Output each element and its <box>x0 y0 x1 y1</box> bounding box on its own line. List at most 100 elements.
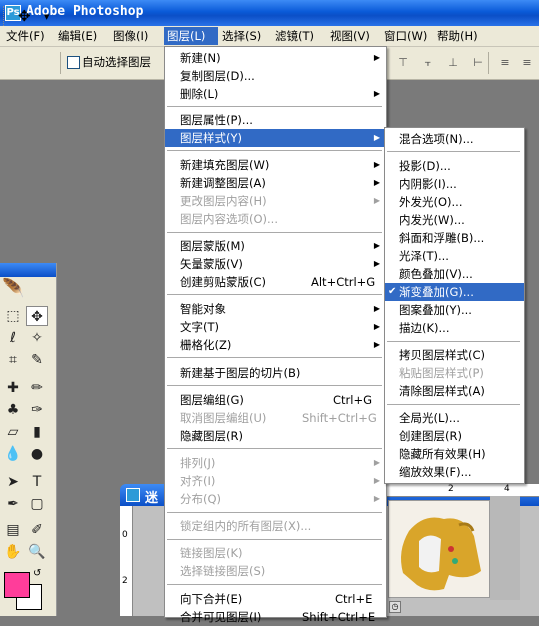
menu-item-hide-all-effects[interactable]: 隐藏所有效果(H) <box>385 445 524 463</box>
menu-item-copy-layer-style[interactable]: 拷贝图层样式(C) <box>385 346 524 364</box>
hand-tool-icon[interactable]: ✋ <box>2 542 24 562</box>
menu-item-ungroup-layers[interactable]: 取消图层编组(U) Shift+Ctrl+G <box>165 409 386 427</box>
menu-item-vector-mask[interactable]: 矢量蒙版(V) ▶ <box>165 255 386 273</box>
foreground-color-swatch[interactable] <box>4 572 30 598</box>
menu-item-clear-layer-style[interactable]: 清除图层样式(A) <box>385 382 524 400</box>
notes-tool-icon[interactable]: ▤ <box>2 520 24 540</box>
document-icon <box>126 488 140 502</box>
swap-colors-icon[interactable]: ↺ <box>33 568 41 579</box>
slice-tool-icon[interactable]: ✎ <box>26 350 48 370</box>
tool-preset-chevron-icon[interactable]: ▼ <box>44 13 49 21</box>
menu-file[interactable]: 文件(F) <box>3 27 48 45</box>
menu-item-distribute[interactable]: 分布(Q) ▶ <box>165 490 386 508</box>
menu-item-duplicate-layer[interactable]: 复制图层(D)... <box>165 67 386 85</box>
menu-separator <box>387 151 520 152</box>
menu-separator <box>167 448 382 449</box>
menu-item-merge-down[interactable]: 向下合并(E) Ctrl+E <box>165 590 386 608</box>
distribute-vcenter-icon[interactable]: ≡ <box>520 56 534 70</box>
dodge-tool-icon[interactable]: ● <box>26 444 48 464</box>
menu-filter[interactable]: 滤镜(T) <box>272 27 317 45</box>
blur-tool-icon[interactable]: 💧 <box>2 444 24 464</box>
menu-item-outer-glow[interactable]: 外发光(O)... <box>385 193 524 211</box>
menu-item-global-light[interactable]: 全局光(L)... <box>385 409 524 427</box>
history-brush-tool-icon[interactable]: ✑ <box>26 400 48 420</box>
clone-stamp-tool-icon[interactable]: ♣ <box>2 400 24 420</box>
auto-select-checkbox[interactable] <box>67 56 80 69</box>
eraser-tool-icon[interactable]: ▱ <box>2 422 24 442</box>
canvas-pasteboard <box>490 496 520 600</box>
menu-item-create-clipping-mask[interactable]: 创建剪贴蒙版(C) Alt+Ctrl+G <box>165 273 386 291</box>
checkmark-icon: ✔ <box>388 286 397 297</box>
menu-item-blending-options[interactable]: 混合选项(N)... <box>385 130 524 148</box>
menu-item-new-fill-layer[interactable]: 新建填充图层(W) ▶ <box>165 156 386 174</box>
menu-item-layer-style[interactable]: 图层样式(Y) ▶ <box>165 129 386 147</box>
toolbox-header[interactable] <box>0 263 56 277</box>
status-bar-icon[interactable]: ◷ <box>389 601 401 613</box>
menu-item-inner-glow[interactable]: 内发光(W)... <box>385 211 524 229</box>
menu-item-change-layer-content[interactable]: 更改图层内容(H) ▶ <box>165 192 386 210</box>
menu-item-group-layers[interactable]: 图层编组(G) Ctrl+G <box>165 391 386 409</box>
menu-item-color-overlay[interactable]: 颜色叠加(V)... <box>385 265 524 283</box>
zoom-tool-icon[interactable]: 🔍 <box>26 542 48 562</box>
menu-item-pattern-overlay[interactable]: 图案叠加(Y)... <box>385 301 524 319</box>
path-selection-tool-icon[interactable]: ➤ <box>2 472 24 492</box>
menu-item-gradient-overlay[interactable]: ✔ 渐变叠加(G)... <box>385 283 524 301</box>
menu-item-layer-content-options[interactable]: 图层内容选项(O)... <box>165 210 386 228</box>
menu-item-layer-properties[interactable]: 图层属性(P)... <box>165 111 386 129</box>
menu-item-rasterize[interactable]: 栅格化(Z) ▶ <box>165 336 386 354</box>
menu-item-satin[interactable]: 光泽(T)... <box>385 247 524 265</box>
menu-view[interactable]: 视图(V) <box>327 27 373 45</box>
menu-item-merge-visible[interactable]: 合并可见图层(I) Shift+Ctrl+E <box>165 608 386 626</box>
ruler-tick-label: 2 <box>448 484 454 494</box>
menu-item-type[interactable]: 文字(T) ▶ <box>165 318 386 336</box>
menu-item-stroke[interactable]: 描边(K)... <box>385 319 524 337</box>
menu-item-smart-object[interactable]: 智能对象 ▶ <box>165 300 386 318</box>
menu-item-inner-shadow[interactable]: 内阴影(I)... <box>385 175 524 193</box>
menu-item-new[interactable]: 新建(N) ▶ <box>165 49 386 67</box>
align-left-icon[interactable]: ⊢ <box>471 56 485 70</box>
menu-item-new-layer-based-slice[interactable]: 新建基于图层的切片(B) <box>165 364 386 382</box>
pen-tool-icon[interactable]: ✒ <box>2 494 24 514</box>
align-bottom-icon[interactable]: ⊥ <box>446 56 460 70</box>
menu-item-bevel-emboss[interactable]: 斜面和浮雕(B)... <box>385 229 524 247</box>
lasso-tool-icon[interactable]: ℓ <box>2 328 24 348</box>
menu-item-delete[interactable]: 删除(L) ▶ <box>165 85 386 103</box>
type-tool-icon[interactable]: T <box>26 472 48 492</box>
menu-item-scale-effects[interactable]: 缩放效果(F)... <box>385 463 524 481</box>
menu-item-drop-shadow[interactable]: 投影(D)... <box>385 157 524 175</box>
menu-layer[interactable]: 图层(L) <box>164 27 218 45</box>
menu-window[interactable]: 窗口(W) <box>381 27 430 45</box>
options-bar-grip[interactable] <box>3 6 7 26</box>
canvas-image[interactable] <box>388 500 490 598</box>
menu-item-select-linked-layers[interactable]: 选择链接图层(S) <box>165 562 386 580</box>
gradient-tool-icon[interactable]: ▮ <box>26 422 48 442</box>
magic-wand-tool-icon[interactable]: ✧ <box>26 328 48 348</box>
menu-item-paste-layer-style[interactable]: 粘贴图层样式(P) <box>385 364 524 382</box>
menu-item-hide-layers[interactable]: 隐藏图层(R) <box>165 427 386 445</box>
menu-edit[interactable]: 编辑(E) <box>55 27 100 45</box>
menu-separator <box>167 539 382 540</box>
menu-separator <box>387 404 520 405</box>
menu-item-layer-mask[interactable]: 图层蒙版(M) ▶ <box>165 237 386 255</box>
move-tool-icon[interactable]: ✥ <box>18 7 44 25</box>
jacket-photo <box>389 501 489 597</box>
eyedropper-tool-icon[interactable]: ✐ <box>26 520 48 540</box>
move-tool-icon[interactable]: ✥ <box>26 306 48 326</box>
menu-item-arrange[interactable]: 排列(J) ▶ <box>165 454 386 472</box>
align-vcenter-icon[interactable]: ⫟ <box>421 56 435 70</box>
align-top-icon[interactable]: ⊤ <box>396 56 410 70</box>
marquee-tool-icon[interactable]: ⬚ <box>2 306 24 326</box>
menu-item-align[interactable]: 对齐(I) ▶ <box>165 472 386 490</box>
menu-item-lock-all-layers-in-group[interactable]: 锁定组内的所有图层(X)... <box>165 517 386 535</box>
healing-brush-tool-icon[interactable]: ✚ <box>2 378 24 398</box>
brush-tool-icon[interactable]: ✏ <box>26 378 48 398</box>
menu-item-create-layer[interactable]: 创建图层(R) <box>385 427 524 445</box>
menu-help[interactable]: 帮助(H) <box>434 27 481 45</box>
shape-tool-icon[interactable]: ▢ <box>26 494 48 514</box>
menu-image[interactable]: 图像(I) <box>110 27 151 45</box>
distribute-top-icon[interactable]: ≡ <box>498 56 512 70</box>
menu-item-link-layers[interactable]: 链接图层(K) <box>165 544 386 562</box>
menu-select[interactable]: 选择(S) <box>219 27 264 45</box>
crop-tool-icon[interactable]: ⌗ <box>2 350 24 370</box>
menu-item-new-adjustment-layer[interactable]: 新建调整图层(A) ▶ <box>165 174 386 192</box>
